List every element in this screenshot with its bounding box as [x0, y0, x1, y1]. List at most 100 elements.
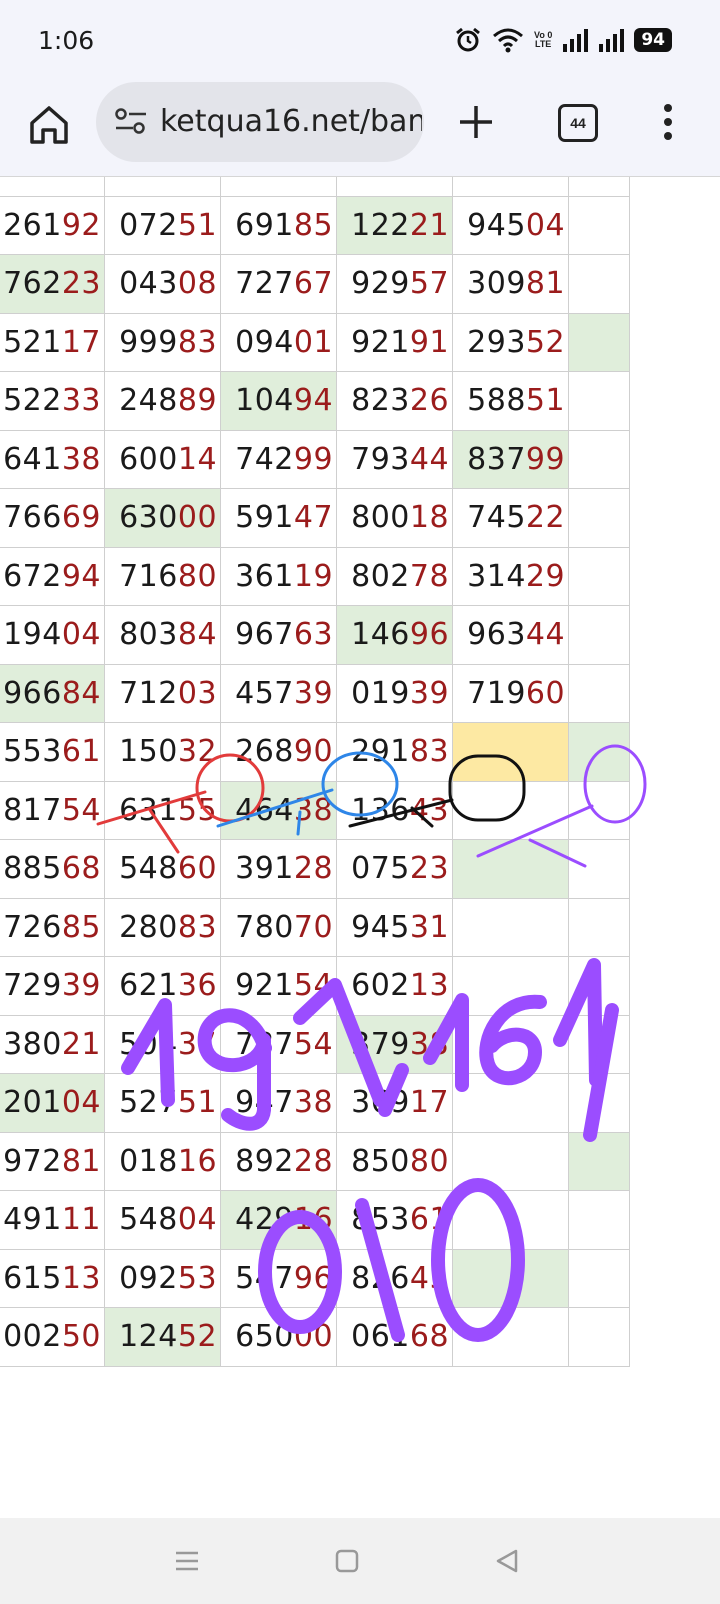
result-last-two-digits: 80	[409, 1143, 450, 1179]
result-prefix: 018	[119, 1143, 178, 1179]
result-last-two-digits: 61	[61, 734, 102, 770]
result-last-two-digits: 99	[525, 441, 566, 477]
result-last-two-digits: 84	[177, 617, 218, 653]
result-last-two-digits: 18	[409, 500, 450, 536]
result-cell: 82645	[336, 1248, 454, 1308]
table-row: 37666963000591478001874522	[0, 488, 630, 548]
result-cell: 88568	[0, 839, 106, 899]
new-tab-icon[interactable]	[452, 98, 500, 146]
result-prefix: 150	[119, 734, 178, 770]
extra-cell	[568, 254, 630, 314]
address-bar[interactable]: ketqua16.net/ban	[96, 82, 424, 162]
table-row: 07622304308727679295730981	[0, 254, 630, 314]
home-icon[interactable]	[26, 102, 72, 148]
result-last-two-digits: 04	[525, 207, 566, 243]
result-cell: 96684	[0, 663, 106, 723]
result-cell: 01816	[104, 1131, 222, 1191]
result-prefix: 268	[235, 734, 294, 770]
result-last-two-digits: 54	[61, 792, 102, 828]
tab-switcher-button[interactable]: 44	[558, 104, 598, 142]
result-prefix: 929	[351, 266, 410, 302]
result-last-two-digits: 23	[409, 851, 450, 887]
result-last-two-digits: 13	[61, 1260, 102, 1296]
extra-cell	[568, 1307, 630, 1367]
result-last-two-digits: 61	[409, 1202, 450, 1238]
result-last-two-digits: 19	[293, 558, 334, 594]
result-prefix: 548	[119, 1202, 178, 1238]
result-prefix: 823	[351, 383, 410, 419]
result-prefix: 396	[467, 177, 526, 184]
result-prefix: 261	[3, 207, 62, 243]
result-cell: 60014	[104, 429, 222, 489]
result-last-two-digits: 69	[61, 500, 102, 536]
result-last-two-digits: 52	[177, 1319, 218, 1355]
result-cell: 72685	[0, 897, 106, 957]
result-last-two-digits: 80	[177, 558, 218, 594]
table-row: 59668471203457390193971960	[0, 663, 630, 723]
home-nav-icon[interactable]	[334, 1548, 360, 1574]
result-prefix: 945	[467, 207, 526, 243]
result-prefix: 429	[235, 1202, 294, 1238]
result-last-two-digits: 54	[293, 968, 334, 1004]
result-last-two-digits: 63	[293, 617, 334, 653]
back-nav-icon[interactable]	[494, 1548, 520, 1574]
result-last-two-digits: 00	[177, 500, 218, 536]
result-cell	[452, 956, 570, 1016]
result-last-two-digits: 85	[61, 909, 102, 945]
result-last-two-digits: 38	[293, 1085, 334, 1121]
result-prefix: 631	[119, 792, 178, 828]
result-last-two-digits: 23	[61, 266, 102, 302]
recent-apps-icon[interactable]	[174, 1548, 200, 1574]
result-cell: 92154	[220, 956, 338, 1016]
result-cell: 72939	[0, 956, 106, 1016]
result-prefix: 945	[351, 909, 410, 945]
result-last-two-digits: 96	[409, 617, 450, 653]
result-prefix: 630	[119, 500, 178, 536]
result-prefix: 745	[467, 500, 526, 536]
result-cell: 04922	[336, 177, 454, 197]
result-prefix: 248	[119, 383, 178, 419]
results-table-viewport[interactable]: 0291475350595089049223968752619207251691…	[0, 177, 720, 1517]
result-prefix: 650	[235, 1319, 294, 1355]
result-cell: 12452	[104, 1307, 222, 1367]
result-cell	[452, 839, 570, 899]
result-cell: 28083	[104, 897, 222, 957]
result-cell: 20104	[0, 1073, 106, 1133]
result-prefix: 837	[467, 441, 526, 477]
url-text[interactable]: ketqua16.net/ban	[160, 104, 422, 139]
status-bar: 1:06 Vo 0 LTE 94	[0, 0, 720, 80]
result-last-two-digits: 22	[525, 500, 566, 536]
result-prefix: 793	[351, 441, 410, 477]
result-prefix: 280	[119, 909, 178, 945]
result-last-two-digits: 55	[177, 792, 218, 828]
result-prefix: 716	[119, 558, 178, 594]
result-last-two-digits: 47	[293, 500, 334, 536]
result-last-two-digits: 39	[293, 675, 334, 711]
result-last-two-digits: 11	[61, 1202, 102, 1238]
result-cell: 74299	[220, 429, 338, 489]
signal-icon-sim2	[599, 29, 625, 52]
result-cell: 06168	[336, 1307, 454, 1367]
more-menu-icon[interactable]	[656, 100, 680, 144]
volte-bottom-label: LTE	[534, 39, 552, 49]
result-prefix: 092	[119, 1260, 178, 1296]
extra-cell	[568, 371, 630, 431]
result-prefix: 061	[351, 1319, 410, 1355]
result-prefix: 391	[235, 851, 294, 887]
extra-cell	[568, 663, 630, 723]
site-settings-icon[interactable]	[114, 106, 148, 136]
status-time: 1:06	[38, 26, 95, 55]
result-last-two-digits: 39	[409, 675, 450, 711]
result-prefix: 379	[351, 1026, 410, 1062]
result-cell: 07523	[336, 839, 454, 899]
result-last-two-digits: 54	[293, 1026, 334, 1062]
result-prefix: 491	[3, 1202, 62, 1238]
result-cell: 64138	[0, 429, 106, 489]
result-cell: 31429	[452, 546, 570, 606]
result-prefix: 691	[235, 207, 294, 243]
result-last-two-digits: 67	[293, 266, 334, 302]
result-prefix: 361	[235, 558, 294, 594]
extra-cell	[568, 780, 630, 840]
result-last-two-digits: 90	[293, 734, 334, 770]
result-cell: 26192	[0, 195, 106, 255]
